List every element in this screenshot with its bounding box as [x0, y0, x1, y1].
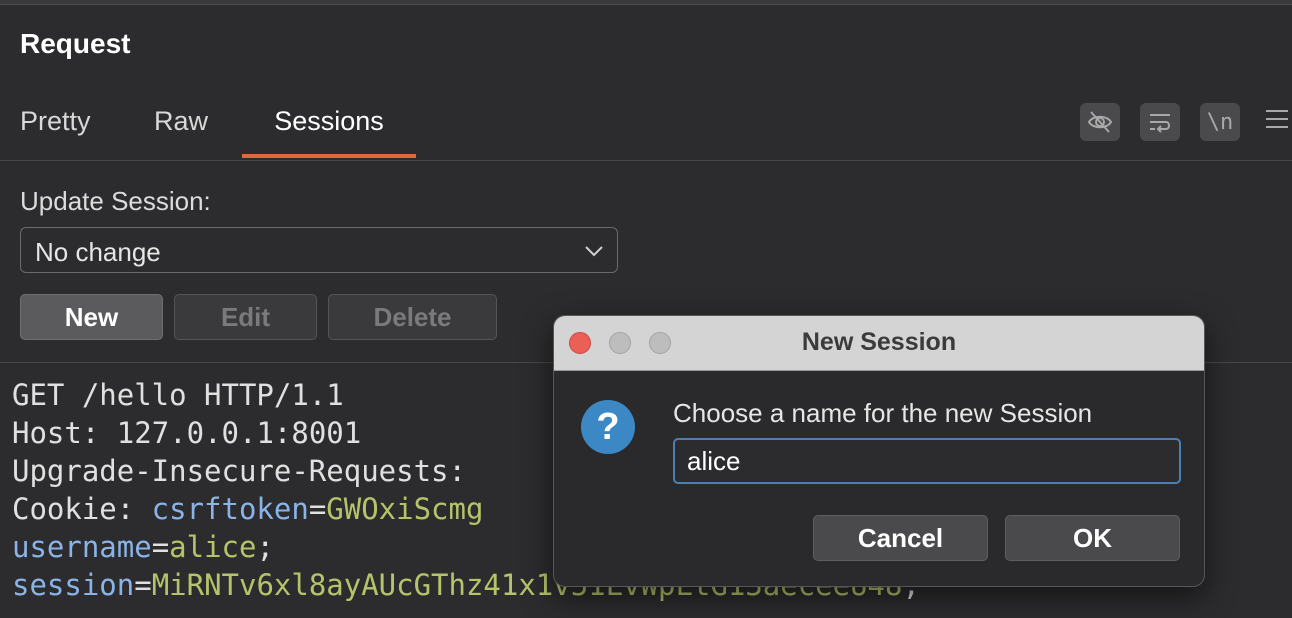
- word-wrap-icon: [1150, 114, 1170, 133]
- header-name: Host:: [12, 416, 100, 450]
- show-newlines-button[interactable]: \n: [1200, 103, 1240, 141]
- cookie-value: alice: [169, 530, 257, 564]
- header-value: 127.0.0.1:8001: [99, 416, 362, 450]
- hide-button[interactable]: [1080, 103, 1120, 141]
- eye-slash-icon: [1087, 111, 1113, 133]
- header-name: Upgrade-Insecure-Requests:: [12, 454, 466, 488]
- tab-pretty[interactable]: Pretty: [20, 106, 91, 158]
- cookie-name: session: [12, 568, 135, 602]
- new-session-button[interactable]: New: [20, 294, 163, 340]
- dialog-title: New Session: [801, 328, 957, 356]
- top-border: [0, 0, 1292, 5]
- cookie-separator: ;: [256, 530, 274, 564]
- cancel-button[interactable]: Cancel: [813, 515, 988, 561]
- new-session-dialog: New Session ? Choose a name for the new …: [553, 315, 1205, 587]
- delete-session-button[interactable]: Delete: [328, 294, 497, 340]
- cookie-equals: =: [151, 530, 170, 564]
- cookie-name: username: [12, 530, 152, 564]
- ok-button[interactable]: OK: [1005, 515, 1180, 561]
- chevron-down-icon: [585, 246, 603, 257]
- question-icon: ?: [581, 400, 635, 454]
- dialog-titlebar[interactable]: New Session: [554, 316, 1204, 371]
- session-name-input[interactable]: [673, 438, 1181, 484]
- cookie-equals: =: [308, 492, 327, 526]
- tab-sessions[interactable]: Sessions: [242, 106, 416, 158]
- hamburger-menu-icon[interactable]: [1264, 106, 1288, 139]
- header-name: Cookie:: [12, 492, 135, 526]
- dialog-prompt: Choose a name for the new Session: [673, 398, 1093, 428]
- tab-raw[interactable]: Raw: [154, 106, 208, 158]
- word-wrap-button[interactable]: [1140, 103, 1180, 141]
- cookie-name: csrftoken: [134, 492, 309, 526]
- select-value: No change: [35, 237, 161, 267]
- update-session-select[interactable]: No change: [20, 227, 618, 273]
- edit-session-button[interactable]: Edit: [174, 294, 317, 340]
- cookie-value: GWOxiScmg: [326, 492, 484, 526]
- panel-title: Request: [20, 28, 131, 59]
- request-line: GET /hello HTTP/1.1: [12, 378, 344, 412]
- update-session-label: Update Session:: [20, 186, 211, 216]
- cookie-equals: =: [134, 568, 152, 602]
